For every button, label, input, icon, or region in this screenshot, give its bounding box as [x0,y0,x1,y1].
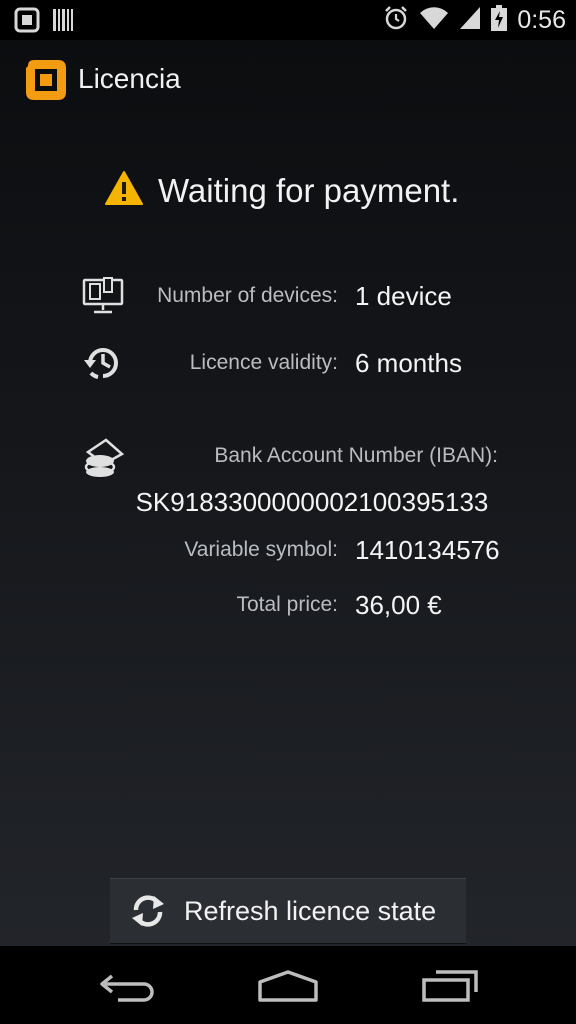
devices-icon [82,276,124,321]
bank-label: Bank Account Number (IBAN): [214,444,498,467]
barcode-icon [52,8,74,37]
total-price-label: Total price: [236,593,338,616]
screen: 0:56 Licencia Waiting for payment. Numbe… [0,0,576,1024]
back-icon[interactable] [98,968,158,1009]
navigation-bar [0,946,576,1024]
iban-value: SK9183300000002100395133 [135,487,489,517]
validity-label: Licence validity: [189,351,338,374]
variable-symbol-value: 1410134576 [355,535,500,565]
devices-label: Number of devices: [157,284,338,307]
wifi-icon [419,6,449,35]
refresh-icon [128,892,168,935]
action-bar: Licencia [0,40,576,118]
bank-coins-icon [82,434,126,483]
signal-icon [459,6,481,35]
variable-symbol-label: Variable symbol: [184,538,338,561]
history-icon [82,342,124,389]
home-icon[interactable] [256,968,320,1009]
refresh-button-label: Refresh licence state [184,896,437,926]
status-time: 0:56 [517,6,566,34]
app-title: Licencia [78,63,181,94]
alarm-icon [383,5,409,36]
status-text: Waiting for payment. [158,171,460,209]
total-price-value: 36,00 € [355,590,442,620]
licencia-logo-icon[interactable] [22,56,70,104]
devices-value: 1 device [355,281,452,311]
refresh-licence-button[interactable]: Refresh licence state [110,878,466,943]
validity-value: 6 months [355,348,462,378]
app-notification-icon [14,7,40,38]
payment-status: Waiting for payment. [104,170,459,211]
status-bar: 0:56 [0,0,576,40]
recent-apps-icon[interactable] [420,968,480,1009]
battery-charging-icon [491,4,508,36]
warning-icon [104,170,144,211]
